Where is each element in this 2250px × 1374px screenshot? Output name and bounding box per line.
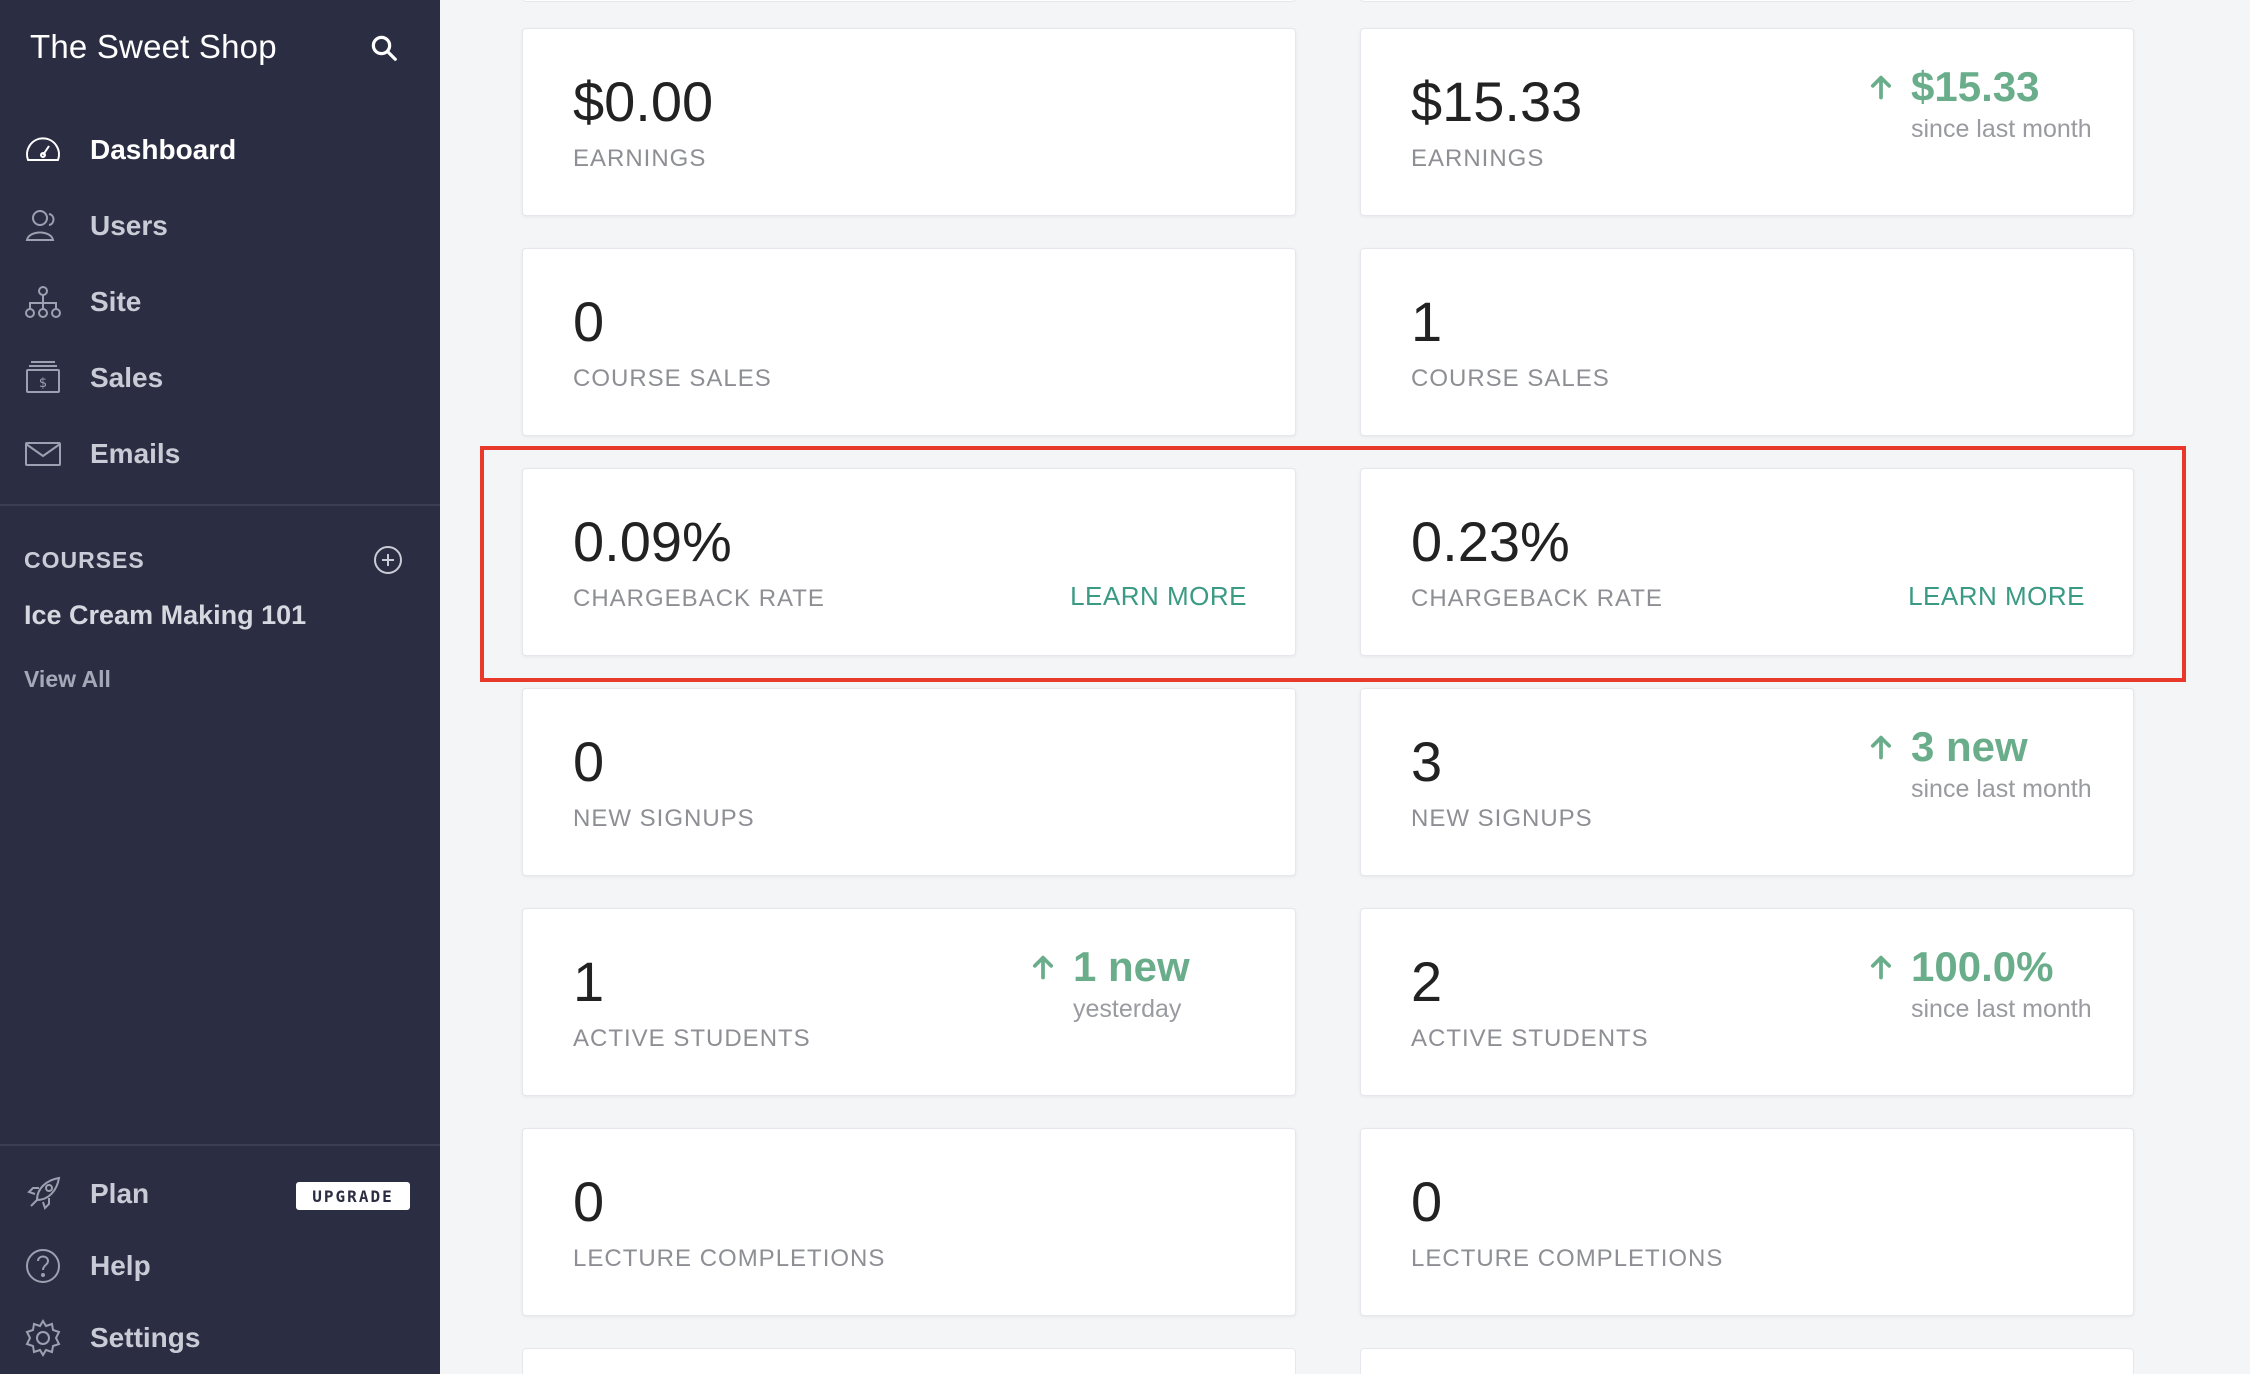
stat-label: ACTIVE STUDENTS <box>1411 1025 1649 1052</box>
nav-label-users: Users <box>90 210 168 241</box>
delta-value: 100.0% <box>1911 943 2054 990</box>
delta-caption: since last month <box>1911 115 2092 143</box>
app-title: The Sweet Shop <box>30 28 277 65</box>
card-active-students-right: 2 ACTIVE STUDENTS 100.0% since last mont… <box>1360 908 2134 1096</box>
users-icon <box>22 205 64 247</box>
delta-value: 1 new <box>1073 943 1190 990</box>
stat-label: NEW SIGNUPS <box>573 805 755 832</box>
card-earnings-left: $0.00 EARNINGS <box>522 28 1296 216</box>
card-partial-top-right <box>1360 0 2134 2</box>
learn-more-link[interactable]: LEARN MORE <box>1908 581 2085 612</box>
delta-caption: since last month <box>1911 995 2092 1023</box>
arrow-up-icon <box>1032 955 1054 980</box>
stat-value: 0 <box>573 730 605 793</box>
stat-value: 2 <box>1411 950 1443 1013</box>
delta-caption: since last month <box>1911 775 2092 803</box>
stat-label: CHARGEBACK RATE <box>573 585 825 612</box>
stat-delta: 3 new since last month <box>1867 723 2103 804</box>
stat-label: NEW SIGNUPS <box>1411 805 1593 832</box>
card-earnings-right: $15.33 EARNINGS $15.33 since last month <box>1360 28 2134 216</box>
stat-label: ACTIVE STUDENTS <box>573 1025 811 1052</box>
stat-label: CHARGEBACK RATE <box>1411 585 1663 612</box>
sales-icon: $ <box>22 357 64 399</box>
card-course-sales-left: 0 COURSE SALES <box>522 248 1296 436</box>
card-lecture-completions-left: 0 LECTURE COMPLETIONS <box>522 1128 1296 1316</box>
course-item[interactable]: Ice Cream Making 101 <box>24 600 306 631</box>
add-course-button[interactable] <box>372 544 404 576</box>
nav-label-emails: Emails <box>90 438 181 469</box>
help-circle-icon <box>22 1245 64 1287</box>
nav-label-plan: Plan <box>90 1178 150 1209</box>
stat-value: 0.09% <box>573 510 732 573</box>
stat-delta: $15.33 since last month <box>1867 63 2103 144</box>
nav-item-emails[interactable]: Emails <box>0 416 440 492</box>
sidebar: The Sweet Shop Dashboard Users Site $ Sa… <box>0 0 440 1374</box>
stat-value: 0.23% <box>1411 510 1570 573</box>
stat-delta: 100.0% since last month <box>1867 943 2103 1024</box>
nav-item-dashboard[interactable]: Dashboard <box>0 112 440 188</box>
nav-item-users[interactable]: Users <box>0 188 440 264</box>
upgrade-button[interactable]: UPGRADE <box>296 1182 410 1210</box>
nav-label-sales: Sales <box>90 362 164 393</box>
sidebar-divider <box>0 504 440 506</box>
stat-label: COURSE SALES <box>1411 365 1610 392</box>
stat-value: 3 <box>1411 730 1443 793</box>
delta-caption: yesterday <box>1073 995 1182 1023</box>
stat-value: 1 <box>573 950 605 1013</box>
sidebar-bottom-divider <box>0 1144 440 1146</box>
stat-label: LECTURE COMPLETIONS <box>573 1245 886 1272</box>
stat-value: 0 <box>573 1170 605 1233</box>
plus-circle-icon <box>374 546 402 574</box>
stat-value: $15.33 <box>1411 70 1583 133</box>
search-button[interactable] <box>366 30 402 66</box>
nav-item-help[interactable]: Help <box>0 1230 440 1302</box>
sitemap-icon <box>22 281 64 323</box>
nav-label-site: Site <box>90 286 142 317</box>
stat-label: EARNINGS <box>573 145 707 172</box>
stat-delta: 1 new yesterday <box>1029 943 1265 1024</box>
courses-heading: COURSES <box>24 546 145 573</box>
nav-item-sales[interactable]: $ Sales <box>0 340 440 416</box>
stat-label: LECTURE COMPLETIONS <box>1411 1245 1724 1272</box>
main-nav: Dashboard Users Site $ Sales Emails <box>0 112 440 492</box>
card-active-students-left: 1 ACTIVE STUDENTS 1 new yesterday <box>522 908 1296 1096</box>
envelope-icon <box>22 433 64 475</box>
card-partial-bottom-right <box>1360 1348 2134 1374</box>
stat-label: EARNINGS <box>1411 145 1545 172</box>
delta-value: 3 new <box>1911 723 2028 770</box>
arrow-up-icon <box>1870 735 1892 760</box>
card-chargeback-left: 0.09% CHARGEBACK RATE LEARN MORE <box>522 468 1296 656</box>
courses-section-header: COURSES <box>24 545 404 575</box>
card-new-signups-right: 3 NEW SIGNUPS 3 new since last month <box>1360 688 2134 876</box>
delta-value: $15.33 <box>1911 63 2040 110</box>
gear-icon <box>22 1317 64 1359</box>
view-all-courses-link[interactable]: View All <box>24 666 111 693</box>
arrow-up-icon <box>1870 955 1892 980</box>
stat-value: 0 <box>573 290 605 353</box>
nav-item-settings[interactable]: Settings <box>0 1302 440 1374</box>
stat-label: COURSE SALES <box>573 365 772 392</box>
svg-text:$: $ <box>39 376 47 391</box>
search-icon <box>371 35 397 61</box>
stat-value: 0 <box>1411 1170 1443 1233</box>
card-course-sales-right: 1 COURSE SALES <box>1360 248 2134 436</box>
card-partial-top-left <box>522 0 1296 2</box>
stat-value: 1 <box>1411 290 1443 353</box>
stat-value: $0.00 <box>573 70 714 133</box>
card-new-signups-left: 0 NEW SIGNUPS <box>522 688 1296 876</box>
learn-more-link[interactable]: LEARN MORE <box>1070 581 1247 612</box>
dashboard-main: $0.00 EARNINGS $15.33 EARNINGS $15.33 si… <box>440 0 2250 1374</box>
card-chargeback-right: 0.23% CHARGEBACK RATE LEARN MORE <box>1360 468 2134 656</box>
nav-item-site[interactable]: Site <box>0 264 440 340</box>
arrow-up-icon <box>1870 75 1892 100</box>
rocket-icon <box>22 1173 64 1215</box>
nav-label-help: Help <box>90 1250 151 1281</box>
card-partial-bottom-left <box>522 1348 1296 1374</box>
nav-label-settings: Settings <box>90 1322 201 1353</box>
card-lecture-completions-right: 0 LECTURE COMPLETIONS <box>1360 1128 2134 1316</box>
dashboard-gauge-icon <box>22 129 64 171</box>
nav-label-dashboard: Dashboard <box>90 134 237 165</box>
